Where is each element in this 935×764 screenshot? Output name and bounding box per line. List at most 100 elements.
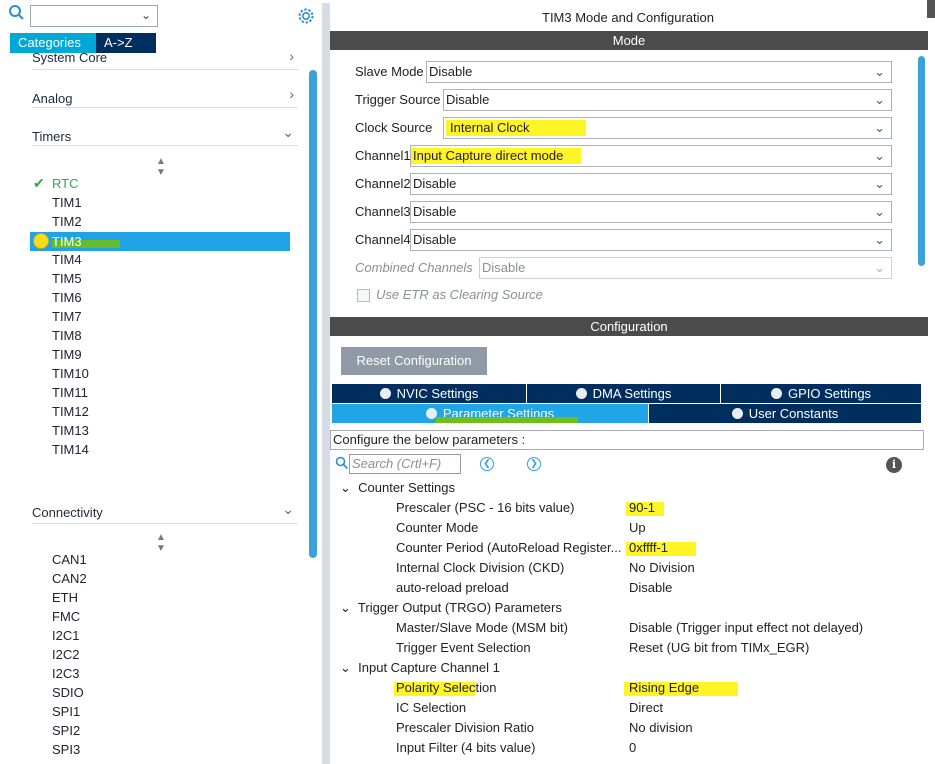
peripheral-rtc[interactable]: RTC (52, 175, 78, 193)
panel-divider[interactable] (322, 3, 330, 764)
chevron-down-icon: ⌄ (282, 501, 294, 517)
peripheral-tim1[interactable]: TIM1 (52, 194, 82, 212)
param-value[interactable]: 0xffff-1 (629, 538, 668, 558)
chevron-down-icon: ⌄ (874, 260, 885, 275)
param-key: Master/Slave Mode (MSM bit) (396, 620, 568, 635)
param-value[interactable]: Rising Edge (629, 678, 699, 698)
search-icon[interactable] (8, 4, 26, 22)
group-trgo-parameters[interactable]: ⌄ Trigger Output (TRGO) Parameters (340, 598, 562, 618)
peripheral-fmc[interactable]: FMC (52, 608, 80, 626)
chevron-down-icon: ⌄ (874, 204, 885, 219)
category-label: Timers (32, 129, 72, 144)
param-value[interactable]: Up (629, 518, 646, 538)
select-value: Disable (413, 204, 457, 219)
peripheral-spi3[interactable]: SPI3 (52, 741, 80, 759)
peripheral-tim4[interactable]: TIM4 (52, 251, 82, 269)
category-connectivity[interactable]: Connectivity ⌄ (32, 488, 298, 524)
param-value[interactable]: 0 (629, 738, 636, 758)
peripheral-tim11[interactable]: TIM11 (52, 384, 88, 402)
param-value[interactable]: Direct (629, 698, 663, 718)
check-circle-icon (33, 233, 49, 249)
mode-header: Mode (330, 31, 928, 50)
peripheral-tim6[interactable]: TIM6 (52, 289, 82, 307)
tab-user-constants[interactable]: User Constants (649, 404, 921, 423)
check-circle-icon (770, 388, 782, 399)
peripheral-tim7[interactable]: TIM7 (52, 308, 82, 326)
slave-mode-select[interactable]: Disable ⌄ (426, 61, 892, 83)
etr-checkbox-label: Use ETR as Clearing Source (376, 287, 543, 302)
next-result-icon[interactable]: ❯ (527, 457, 541, 471)
channel2-select[interactable]: Disable ⌄ (410, 173, 892, 195)
peripheral-tim14[interactable]: TIM14 (52, 441, 89, 459)
peripheral-tim8[interactable]: TIM8 (52, 327, 82, 345)
mode-scrollbar[interactable] (918, 56, 925, 266)
peripheral-i2c1[interactable]: I2C1 (52, 627, 79, 645)
param-key: Prescaler Division Ratio (396, 720, 534, 735)
chevron-down-icon: ⌄ (874, 64, 885, 79)
info-icon[interactable]: i (886, 457, 902, 473)
channel1-select[interactable]: Input Capture direct mode ⌄ (410, 145, 892, 167)
peripheral-sdio[interactable]: SDIO (52, 684, 84, 702)
sort-icon[interactable]: ▲ ▼ (156, 156, 166, 178)
peripheral-tim13[interactable]: TIM13 (52, 422, 89, 440)
peripheral-eth[interactable]: ETH (52, 589, 78, 607)
peripheral-spi1[interactable]: SPI1 (52, 703, 80, 721)
param-value[interactable]: No Division (629, 558, 695, 578)
check-circle-icon (575, 388, 587, 399)
select-value: Disable (446, 92, 490, 107)
previous-result-icon[interactable]: ❮ (480, 457, 494, 471)
chevron-down-icon[interactable]: ⌄ (141, 8, 151, 22)
channel3-select[interactable]: Disable ⌄ (410, 201, 892, 223)
param-value[interactable]: Reset (UG bit from TIMx_EGR) (629, 638, 809, 658)
combined-channels-label: Combined Channels (355, 260, 473, 275)
param-value[interactable]: 90-1 (629, 498, 655, 518)
reset-configuration-button[interactable]: Reset Configuration (341, 347, 487, 375)
chevron-down-icon: ⌄ (874, 120, 885, 135)
check-circle-icon (379, 388, 391, 399)
parameter-search-input[interactable]: Search (Crtl+F) (349, 454, 461, 474)
peripheral-tim9[interactable]: TIM9 (52, 346, 82, 364)
select-value: Input Capture direct mode (413, 148, 564, 163)
group-title: Trigger Output (TRGO) Parameters (357, 600, 562, 615)
clock-source-select[interactable]: Internal Clock ⌄ (443, 117, 892, 139)
category-label: System Core (32, 50, 108, 65)
peripheral-tim10[interactable]: TIM10 (52, 365, 89, 383)
chevron-down-icon: ⌄ (874, 148, 885, 163)
peripheral-can1[interactable]: CAN1 (52, 551, 87, 569)
group-counter-settings[interactable]: ⌄ Counter Settings (340, 478, 455, 498)
configure-hint: Configure the below parameters : (330, 430, 924, 450)
tab-dma-settings[interactable]: DMA Settings (527, 384, 720, 403)
peripheral-i2c3[interactable]: I2C3 (52, 665, 79, 683)
checkmark-icon: ✔ (33, 175, 45, 191)
tab-nvic-settings[interactable]: NVIC Settings (332, 384, 526, 403)
channel4-label: Channel4 (355, 232, 411, 247)
category-system-core[interactable]: System Core › (32, 34, 298, 70)
param-value[interactable]: Disable (Trigger input effect not delaye… (629, 618, 863, 638)
trigger-source-select[interactable]: Disable ⌄ (443, 89, 892, 111)
sort-icon[interactable]: ▲ ▼ (156, 532, 166, 554)
check-circle-icon (731, 408, 743, 419)
peripheral-tim2[interactable]: TIM2 (52, 213, 82, 231)
peripheral-i2c2[interactable]: I2C2 (52, 646, 79, 664)
gear-icon[interactable] (296, 6, 316, 26)
chevron-down-icon: ⌄ (282, 124, 294, 140)
group-input-capture-channel-1[interactable]: ⌄ Input Capture Channel 1 (340, 658, 500, 678)
channel4-select[interactable]: Disable ⌄ (410, 229, 892, 251)
param-value[interactable]: No division (629, 718, 693, 738)
chevron-down-icon: ⌄ (874, 92, 885, 107)
tab-gpio-settings[interactable]: GPIO Settings (721, 384, 921, 403)
category-analog[interactable]: Analog › (32, 72, 298, 108)
peripheral-label: TIM3 (52, 234, 82, 249)
select-value: Disable (429, 64, 473, 79)
peripheral-tim12[interactable]: TIM12 (52, 403, 89, 421)
category-timers[interactable]: Timers ⌄ (32, 110, 298, 146)
left-scrollbar[interactable] (309, 70, 317, 558)
param-key: Counter Mode (396, 520, 479, 535)
peripheral-spi2[interactable]: SPI2 (52, 722, 80, 740)
peripheral-can2[interactable]: CAN2 (52, 570, 87, 588)
peripheral-tim5[interactable]: TIM5 (52, 270, 82, 288)
param-value[interactable]: Disable (629, 578, 672, 598)
category-search-combo[interactable]: ⌄ (30, 5, 158, 27)
group-title: Counter Settings (358, 480, 455, 495)
slave-mode-label: Slave Mode (355, 64, 424, 79)
